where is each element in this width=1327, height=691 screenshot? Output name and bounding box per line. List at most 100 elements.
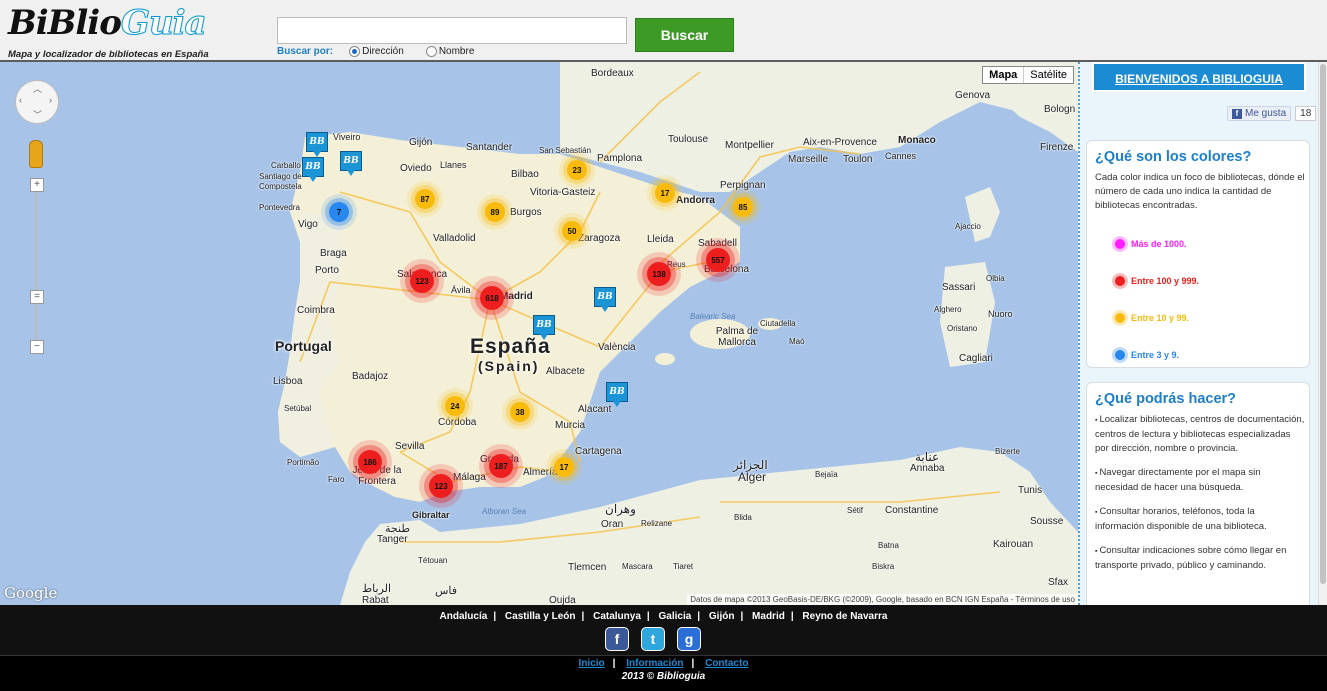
- region-link[interactable]: Gijón: [709, 611, 735, 622]
- pan-left-icon[interactable]: ‹: [19, 95, 22, 105]
- region-link[interactable]: Castilla y León: [505, 611, 576, 622]
- library-cluster[interactable]: 618: [480, 286, 504, 310]
- sea-label: Balearic Sea: [690, 312, 736, 321]
- map-attribution[interactable]: Datos de mapa ©2013 GeoBasis-DE/BKG (©20…: [687, 594, 1078, 605]
- library-marker[interactable]: BB: [533, 315, 555, 340]
- library-marker[interactable]: BB: [306, 132, 328, 157]
- region-link[interactable]: Reyno de Navarra: [802, 611, 887, 622]
- library-cluster[interactable]: 23: [567, 160, 587, 180]
- legend-dot-blue: [1115, 349, 1125, 360]
- city-label: Tanger: [377, 534, 408, 545]
- pan-control[interactable]: ︿ ﹀ ‹ ›: [15, 80, 59, 124]
- option-name[interactable]: Nombre: [425, 46, 474, 57]
- zoom-slider-track[interactable]: [35, 184, 37, 342]
- library-cluster[interactable]: 187: [489, 454, 513, 478]
- library-cluster[interactable]: 123: [410, 269, 434, 293]
- library-cluster[interactable]: 17: [655, 183, 675, 203]
- library-cluster[interactable]: 85: [733, 197, 753, 217]
- city-label: Pamplona: [597, 153, 643, 164]
- library-cluster[interactable]: 7: [329, 202, 349, 222]
- street-view-pegman-icon[interactable]: [29, 140, 43, 168]
- region-link[interactable]: Galicia: [658, 611, 691, 622]
- map-type-satellite-button[interactable]: Satélite: [1023, 67, 1073, 83]
- city-label: Marseille: [788, 154, 829, 165]
- city-label: Llanes: [440, 160, 467, 170]
- zoom-out-button[interactable]: −: [30, 340, 44, 354]
- library-cluster[interactable]: 87: [415, 189, 435, 209]
- facebook-like-button[interactable]: f Me gusta: [1227, 106, 1292, 121]
- library-cluster[interactable]: 89: [485, 202, 505, 222]
- google-plus-icon[interactable]: g: [677, 627, 701, 651]
- city-label: Braga: [320, 248, 347, 259]
- scrollbar-thumb[interactable]: [1320, 64, 1326, 584]
- features-title: ¿Qué podrás hacer?: [1095, 391, 1237, 407]
- city-label: Albacete: [546, 366, 585, 377]
- welcome-link[interactable]: BIENVENIDOS A BIBLIOGUIA: [1092, 62, 1306, 92]
- city-label: Alger: [738, 470, 767, 484]
- library-cluster[interactable]: 17: [554, 457, 574, 477]
- sea-label: Alboran Sea: [482, 507, 527, 516]
- city-label: Cartagena: [575, 446, 622, 457]
- search-input[interactable]: [277, 17, 627, 44]
- city-label: Faro: [328, 475, 345, 484]
- radio-address[interactable]: [349, 46, 361, 57]
- map-type-map-button[interactable]: Mapa: [983, 67, 1023, 83]
- city-label: Bejaïa: [815, 470, 838, 479]
- city-label: الرباط: [362, 583, 392, 595]
- city-label: Lleida: [647, 234, 674, 245]
- radio-name[interactable]: [425, 46, 437, 57]
- library-cluster[interactable]: 24: [445, 396, 465, 416]
- zoom-slider-handle[interactable]: =: [30, 290, 44, 304]
- site-logo[interactable]: BiBlioGuia: [8, 4, 207, 43]
- library-cluster[interactable]: 50: [562, 221, 582, 241]
- city-label: Coimbra: [297, 305, 335, 316]
- colors-panel: ¿Qué son los colores? Cada color indica …: [1086, 140, 1310, 368]
- city-label: Constantine: [885, 505, 939, 516]
- list-item: Navegar directamente por el mapa sin nec…: [1095, 466, 1309, 495]
- color-legend: Más de 1000. Entre 100 y 999. Entre 10 y…: [1095, 225, 1309, 373]
- city-label: Nuoro: [988, 309, 1013, 319]
- pan-right-icon[interactable]: ›: [49, 95, 52, 105]
- city-label: Vigo: [298, 219, 318, 230]
- twitter-icon[interactable]: t: [641, 627, 665, 651]
- library-cluster[interactable]: 557: [706, 248, 730, 272]
- region-link[interactable]: Catalunya: [593, 611, 641, 622]
- library-cluster[interactable]: 138: [647, 262, 671, 286]
- legend-row: Entre 100 y 999.: [1095, 262, 1309, 299]
- library-marker[interactable]: BB: [340, 151, 362, 176]
- library-marker[interactable]: BB: [594, 287, 616, 312]
- google-logo: Google: [4, 584, 58, 602]
- colors-title: ¿Qué son los colores?: [1095, 149, 1252, 165]
- library-cluster[interactable]: 38: [510, 402, 530, 422]
- city-label: Cannes: [885, 151, 917, 161]
- footer-link-contact[interactable]: Contacto: [705, 658, 748, 669]
- city-label: Monaco: [898, 135, 936, 146]
- map-canvas[interactable]: Bordeaux Genova Bologn Toulouse Montpell…: [0, 62, 1078, 605]
- city-label: Bizerte: [995, 447, 1020, 456]
- search-button[interactable]: Buscar: [635, 18, 734, 52]
- city-label: Olbia: [986, 274, 1005, 283]
- sidebar-scrollbar[interactable]: [1318, 62, 1327, 605]
- site-tagline: Mapa y localizador de bibliotecas en Esp…: [8, 49, 209, 60]
- pan-up-icon[interactable]: ︿: [33, 82, 42, 95]
- city-label: Sousse: [1030, 516, 1064, 527]
- facebook-icon[interactable]: f: [605, 627, 629, 651]
- legend-row: Entre 3 y 9.: [1095, 336, 1309, 373]
- library-cluster[interactable]: 123: [429, 474, 453, 498]
- library-marker[interactable]: BB: [302, 157, 324, 182]
- option-address[interactable]: Dirección: [349, 46, 404, 57]
- city-label: Oujda: [549, 595, 576, 605]
- city-label: Porto: [315, 265, 339, 276]
- footer-link-home[interactable]: Inicio: [579, 658, 605, 669]
- like-count: 18: [1295, 106, 1317, 121]
- country-label-spain: España: [470, 335, 551, 358]
- city-label: Burgos: [510, 207, 542, 218]
- pan-down-icon[interactable]: ﹀: [33, 108, 42, 121]
- library-cluster[interactable]: 186: [358, 450, 382, 474]
- zoom-in-button[interactable]: +: [30, 178, 44, 192]
- footer-link-info[interactable]: Información: [626, 658, 683, 669]
- region-link[interactable]: Madrid: [752, 611, 785, 622]
- region-link[interactable]: Andalucía: [440, 611, 488, 622]
- city-label: Carballo: [271, 161, 301, 170]
- library-marker[interactable]: BB: [606, 382, 628, 407]
